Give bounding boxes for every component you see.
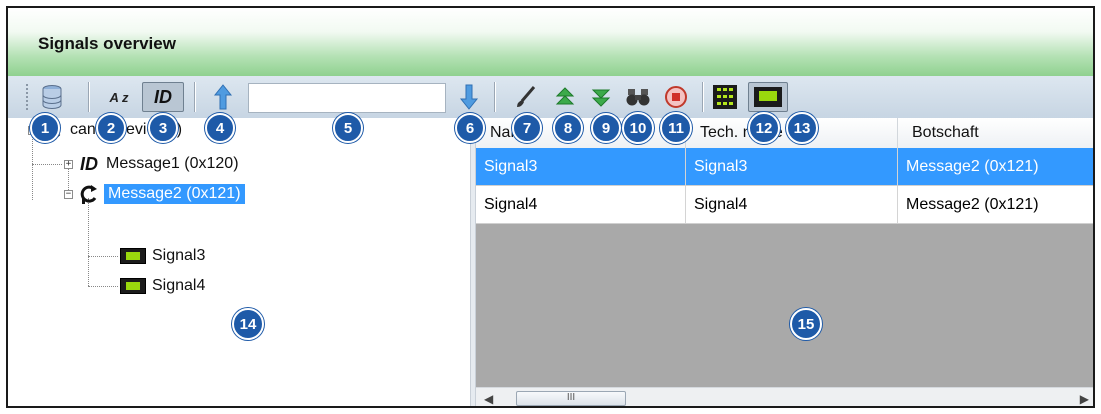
callout-badge-7: 7: [512, 113, 542, 143]
id-toggle-button[interactable]: ID: [142, 82, 184, 112]
arrow-down-icon: [459, 84, 479, 110]
sort-az-button[interactable]: A z: [104, 82, 134, 112]
database-icon: [42, 85, 62, 109]
signal-icon: [120, 278, 146, 294]
cell-botschaft: Message2 (0x121): [898, 186, 1093, 223]
grid-view-button[interactable]: [710, 82, 740, 112]
tree-node-signal4[interactable]: Signal4: [120, 274, 205, 298]
binoculars-icon: [626, 89, 650, 106]
can-bus-icon: [80, 185, 97, 204]
stop-button[interactable]: [660, 82, 692, 112]
signal-view-button[interactable]: [748, 82, 788, 112]
id-icon: ID: [154, 86, 172, 107]
search-input[interactable]: [248, 83, 446, 113]
tree-label-message2: Message2 (0x121): [104, 184, 245, 204]
tree-node-signal3[interactable]: Signal3: [120, 244, 205, 268]
move-up-button[interactable]: [208, 82, 238, 112]
callout-badge-4: 4: [205, 113, 235, 143]
stop-icon: [665, 86, 687, 108]
sort-az-icon: A z: [109, 89, 129, 105]
tree-label-signal3: Signal3: [152, 247, 206, 264]
grid-icon: [713, 85, 737, 109]
tree-node-message1[interactable]: ID Message1 (0x120): [80, 152, 239, 176]
callout-badge-10: 10: [622, 112, 654, 144]
toolbar: A z ID: [8, 76, 1093, 118]
panel-header: Signals overview: [8, 8, 1093, 76]
cell-name: Signal3: [476, 148, 686, 185]
brush-icon: [517, 86, 536, 107]
scroll-left-icon[interactable]: ◀: [484, 392, 493, 406]
tree-label-message1: Message1 (0x120): [106, 155, 239, 172]
collapse-all-button[interactable]: [586, 82, 616, 112]
message1-expander[interactable]: +: [64, 160, 73, 169]
callout-badge-2: 2: [96, 113, 126, 143]
callout-badge-12: 12: [748, 112, 780, 144]
column-header-botschaft[interactable]: Botschaft: [898, 118, 1093, 148]
database-button[interactable]: [38, 82, 66, 112]
collapse-down-icon: [591, 89, 611, 107]
callout-badge-9: 9: [591, 113, 621, 143]
callout-badge-11: 11: [660, 112, 692, 144]
cell-tech-name: Signal4: [686, 186, 898, 223]
callout-badge-13: 13: [786, 112, 818, 144]
callout-badge-8: 8: [553, 113, 583, 143]
signals-grid[interactable]: Name Tech. name Botschaft Signal3 Signal…: [476, 118, 1093, 406]
horizontal-scrollbar[interactable]: ◀ III ▶: [476, 387, 1093, 406]
signal-icon: [120, 248, 146, 264]
signals-overview-panel: Signals overview A z ID can1 (Device 0) …: [6, 6, 1095, 408]
move-down-button[interactable]: [454, 82, 484, 112]
panel-title: Signals overview: [38, 34, 176, 53]
callout-badge-3: 3: [148, 113, 178, 143]
callout-badge-6: 6: [455, 113, 485, 143]
callout-badge-15: 15: [790, 308, 822, 340]
cell-name: Signal4: [476, 186, 686, 223]
arrow-up-icon: [213, 84, 233, 110]
toolbar-grip[interactable]: [26, 84, 32, 110]
expand-all-button[interactable]: [550, 82, 580, 112]
table-row[interactable]: Signal4 Signal4 Message2 (0x121): [476, 186, 1093, 224]
cell-botschaft: Message2 (0x121): [898, 148, 1093, 185]
id-icon: ID: [80, 153, 98, 174]
callout-badge-1: 1: [30, 113, 60, 143]
scroll-right-icon[interactable]: ▶: [1080, 392, 1089, 406]
callout-badge-5: 5: [333, 113, 363, 143]
cell-tech-name: Signal3: [686, 148, 898, 185]
expand-up-icon: [555, 87, 575, 105]
find-button[interactable]: [622, 82, 654, 112]
tree-label-signal4: Signal4: [152, 277, 206, 294]
scroll-thumb[interactable]: III: [516, 391, 626, 406]
table-row[interactable]: Signal3 Signal3 Message2 (0x121): [476, 148, 1093, 186]
callout-badge-14: 14: [232, 308, 264, 340]
signal-icon: [754, 87, 782, 107]
message-tree[interactable]: − can1 (Device 0) + ID Message1 (0x120) …: [8, 118, 470, 406]
brush-button[interactable]: [510, 82, 540, 112]
tree-node-message2[interactable]: Message2 (0x121): [78, 182, 245, 206]
message2-expander[interactable]: −: [64, 190, 73, 199]
